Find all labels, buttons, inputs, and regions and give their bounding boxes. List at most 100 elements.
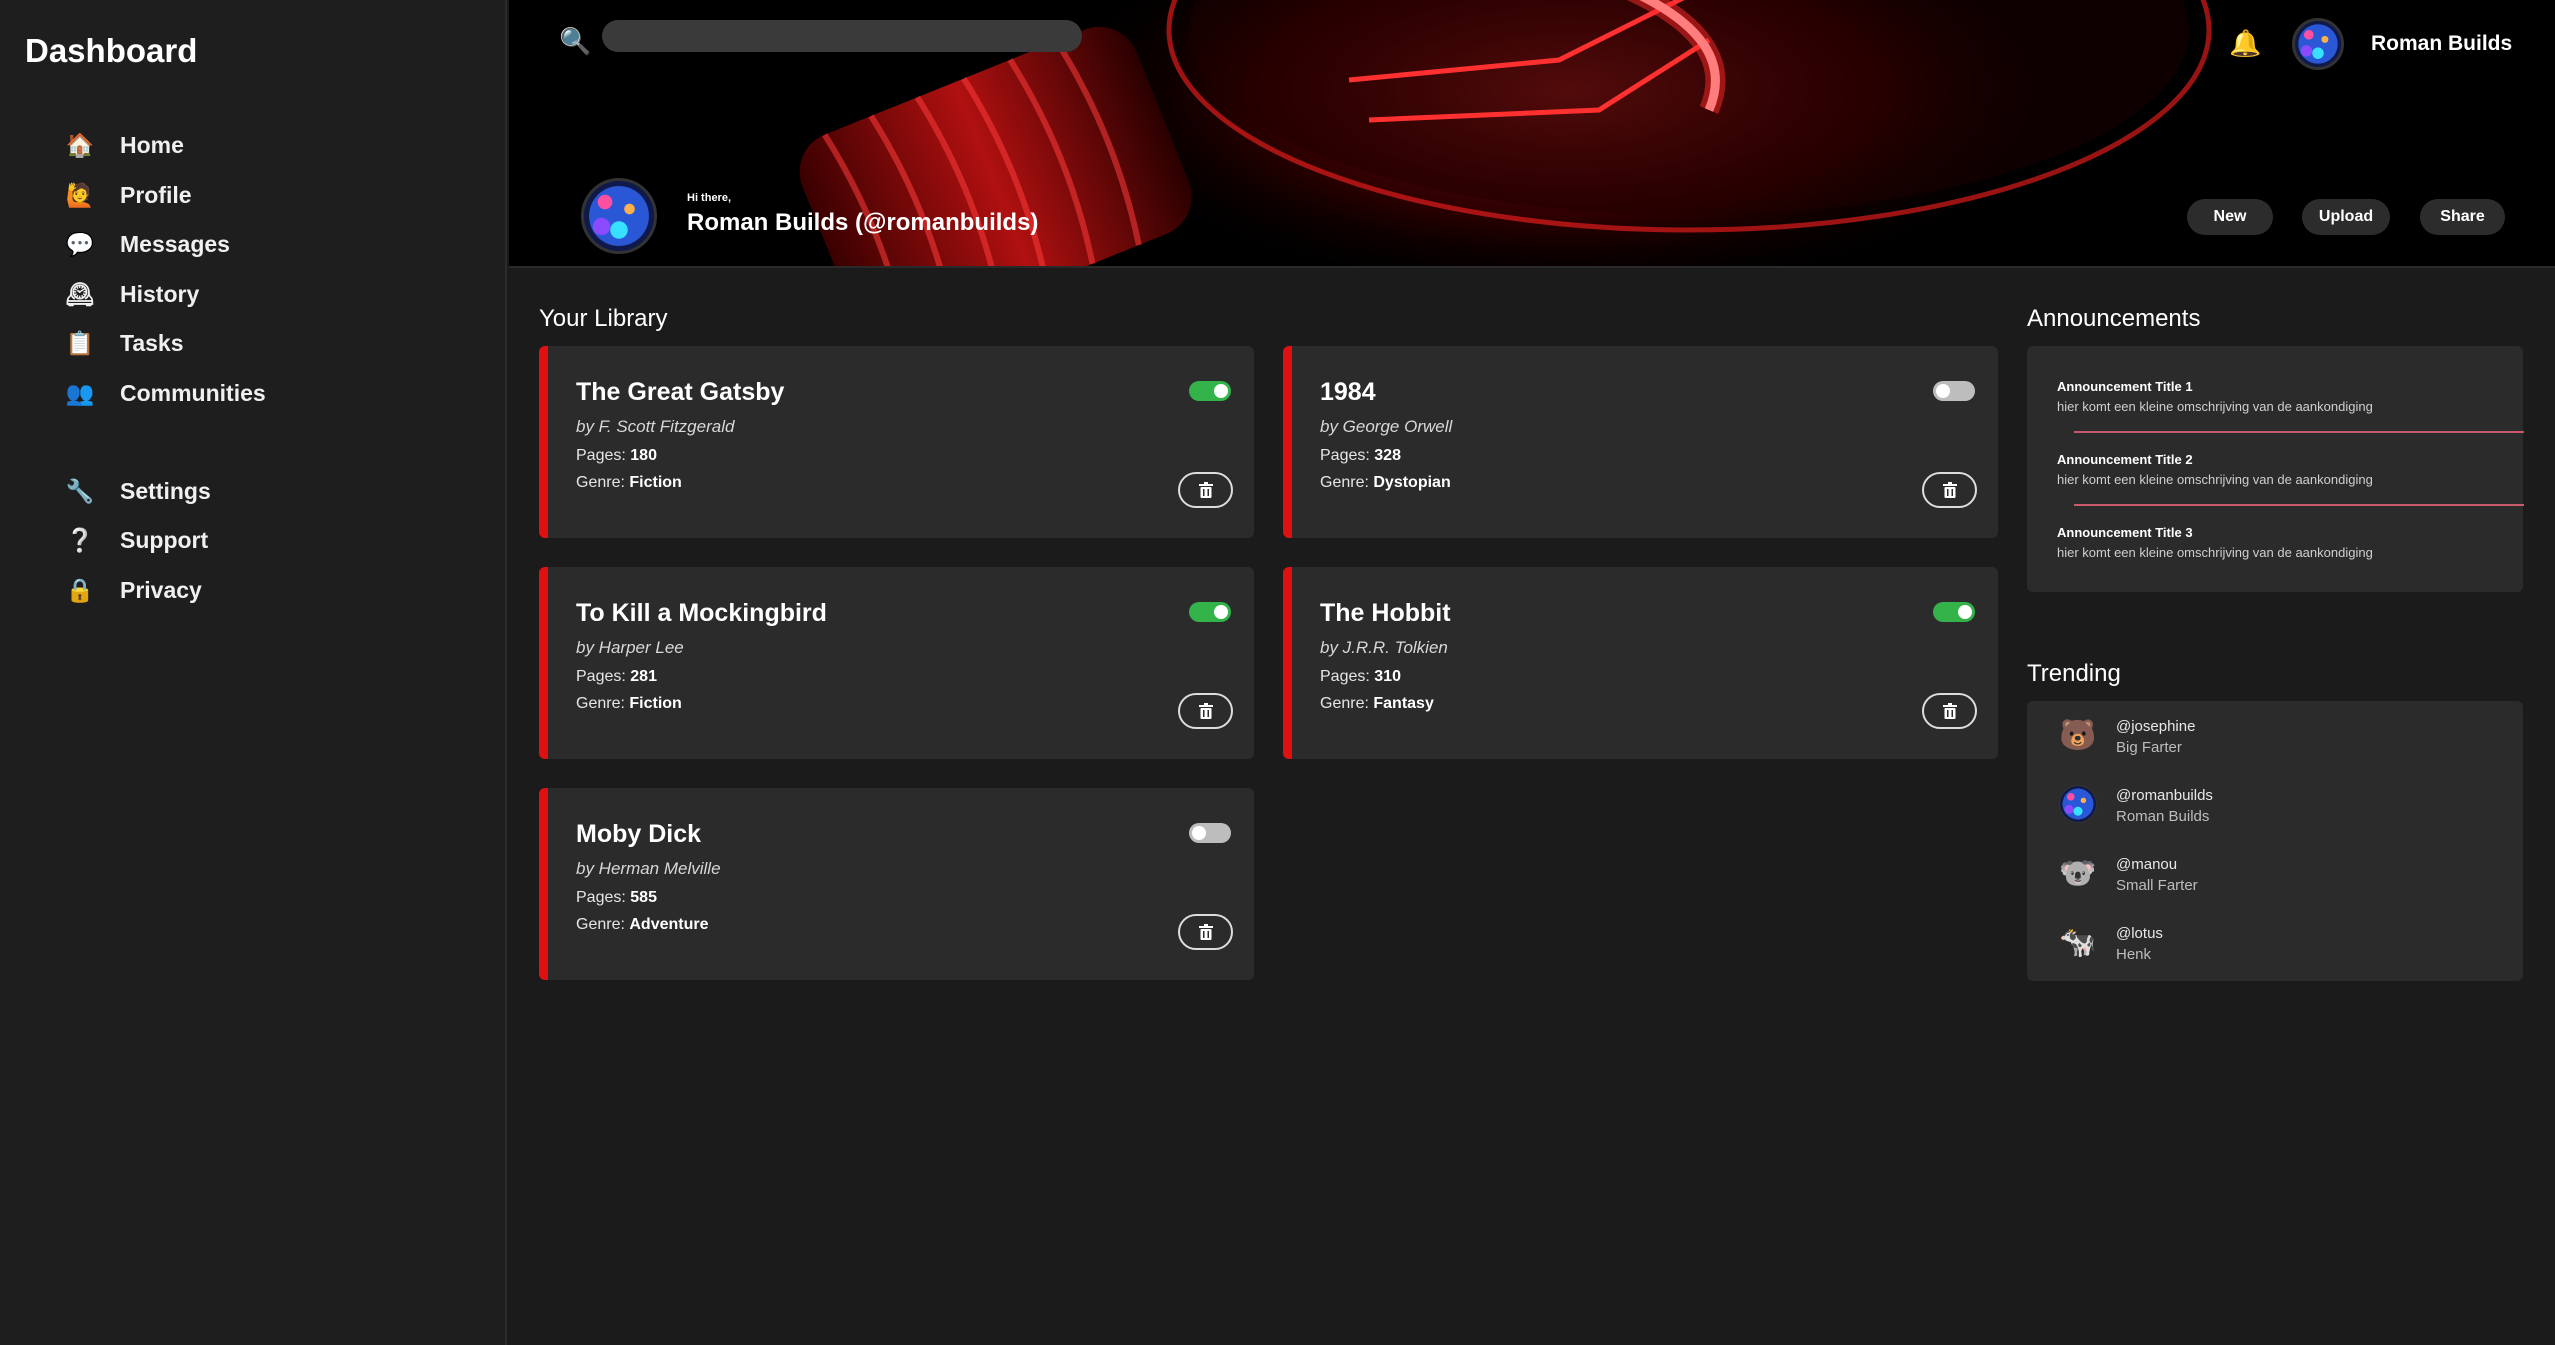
announcement-divider [2074, 431, 2524, 433]
book-card: Moby Dick by Herman Melville Pages: 585 … [539, 788, 1254, 980]
book-toggle[interactable] [1933, 381, 1975, 401]
sidebar-item-home[interactable]: 🏠 Home [60, 124, 184, 166]
book-title: 1984 [1320, 378, 1376, 406]
sidebar-item-messages[interactable]: 💬 Messages [60, 223, 230, 265]
header-username[interactable]: Roman Builds [2371, 32, 2512, 56]
lock-icon: 🔒 [65, 576, 95, 603]
sidebar-item-label: Settings [120, 477, 211, 504]
sidebar-item-profile[interactable]: 🙋 Profile [60, 174, 192, 216]
trending-handle[interactable]: @josephine [2116, 718, 2195, 735]
book-genre: Genre: Adventure [576, 916, 709, 933]
book-pages: Pages: 180 [576, 447, 657, 464]
trending-name: Small Farter [2116, 877, 2198, 894]
delete-button[interactable] [1178, 472, 1233, 508]
delete-button[interactable] [1178, 914, 1233, 950]
toggle-knob [1192, 826, 1206, 840]
bear-icon: 🐻 [2059, 719, 2097, 752]
share-button[interactable]: Share [2420, 199, 2505, 235]
announcements-panel: Announcement Title 1 hier komt een klein… [2027, 346, 2524, 592]
toggle-knob [1214, 384, 1228, 398]
book-title: Moby Dick [576, 820, 702, 848]
book-pages: Pages: 585 [576, 889, 657, 906]
sidebar-item-label: Support [120, 526, 209, 553]
sidebar-item-label: Messages [120, 230, 230, 257]
koala-icon: 🐨 [2059, 857, 2097, 890]
book-title: The Great Gatsby [576, 378, 785, 406]
sidebar-item-settings[interactable]: 🔧 Settings [60, 470, 211, 512]
book-author: by J.R.R. Tolkien [1320, 638, 1448, 657]
sidebar-item-history[interactable]: 🕰 History [60, 273, 199, 315]
sidebar: Dashboard 🏠 Home 🙋 Profile 💬 Messages 🕰 … [0, 0, 507, 1345]
announcement-title[interactable]: Announcement Title 2 [2057, 452, 2193, 467]
wrench-icon: 🔧 [65, 477, 95, 504]
library-title: Your Library [539, 305, 668, 332]
book-pages: Pages: 281 [576, 668, 657, 685]
trash-icon [1942, 703, 1957, 719]
trash-icon [1942, 482, 1957, 498]
book-toggle[interactable] [1189, 381, 1231, 401]
trending-name: Big Farter [2116, 739, 2182, 756]
trash-icon [1198, 703, 1213, 719]
profile-avatar [581, 178, 657, 254]
book-toggle[interactable] [1189, 823, 1231, 843]
greeting-text: Hi there, [687, 192, 732, 204]
clock-icon: 🕰 [65, 280, 95, 307]
search-icon: 🔍 [559, 26, 592, 56]
book-genre: Genre: Fiction [576, 695, 682, 712]
book-title: The Hobbit [1320, 599, 1451, 627]
announcement-title[interactable]: Announcement Title 1 [2057, 379, 2193, 394]
delete-button[interactable] [1922, 693, 1977, 729]
book-toggle[interactable] [1933, 602, 1975, 622]
trending-handle[interactable]: @romanbuilds [2116, 787, 2213, 804]
sidebar-item-support[interactable]: ❔ Support [60, 519, 208, 561]
announcements-title: Announcements [2027, 305, 2201, 332]
sidebar-item-label: Tasks [120, 329, 184, 356]
avatar[interactable] [2292, 18, 2344, 70]
book-card: 1984 by George Orwell Pages: 328 Genre: … [1283, 346, 1998, 538]
home-icon: 🏠 [65, 131, 95, 158]
new-button[interactable]: New [2187, 199, 2273, 235]
sidebar-title: Dashboard [25, 32, 198, 69]
person-raising-hand-icon: 🙋 [65, 181, 95, 208]
profile-header: 🔍 🔔 Roman Builds Hi there, Roman Builds … [509, 0, 2555, 268]
book-genre: Genre: Fantasy [1320, 695, 1434, 712]
sidebar-item-label: Communities [120, 379, 266, 406]
book-genre: Genre: Fiction [576, 474, 682, 491]
book-card: The Great Gatsby by F. Scott Fitzgerald … [539, 346, 1254, 538]
announcement-description: hier komt een kleine omschrijving van de… [2057, 472, 2373, 487]
sidebar-item-communities[interactable]: 👥 Communities [60, 372, 266, 414]
toggle-knob [1958, 605, 1972, 619]
trending-title: Trending [2027, 660, 2121, 687]
announcement-divider [2074, 504, 2524, 506]
bell-icon[interactable]: 🔔 [2229, 28, 2261, 59]
sidebar-item-label: Profile [120, 181, 192, 208]
book-card: The Hobbit by J.R.R. Tolkien Pages: 310 … [1283, 567, 1998, 759]
announcement-title[interactable]: Announcement Title 3 [2057, 525, 2193, 540]
sidebar-item-label: Privacy [120, 576, 202, 603]
book-pages: Pages: 310 [1320, 668, 1401, 685]
book-toggle[interactable] [1189, 602, 1231, 622]
trending-panel: 🐻 @josephine Big Farter @romanbuilds Rom… [2027, 701, 2523, 981]
delete-button[interactable] [1922, 472, 1977, 508]
trending-handle[interactable]: @lotus [2116, 925, 2163, 942]
book-card: To Kill a Mockingbird by Harper Lee Page… [539, 567, 1254, 759]
trending-name: Roman Builds [2116, 808, 2210, 825]
search-input[interactable] [602, 20, 1082, 52]
announcement-description: hier komt een kleine omschrijving van de… [2057, 399, 2373, 414]
avatar [2059, 785, 2097, 823]
sidebar-item-label: History [120, 280, 200, 307]
book-genre: Genre: Dystopian [1320, 474, 1451, 491]
sidebar-item-privacy[interactable]: 🔒 Privacy [60, 569, 202, 611]
book-title: To Kill a Mockingbird [576, 599, 827, 627]
delete-button[interactable] [1178, 693, 1233, 729]
trash-icon [1198, 924, 1213, 940]
toggle-knob [1936, 384, 1950, 398]
book-author: by Herman Melville [576, 859, 721, 878]
trending-handle[interactable]: @manou [2116, 856, 2177, 873]
clipboard-icon: 📋 [65, 329, 95, 356]
book-author: by F. Scott Fitzgerald [576, 417, 735, 436]
sidebar-item-label: Home [120, 131, 184, 158]
book-author: by Harper Lee [576, 638, 684, 657]
upload-button[interactable]: Upload [2302, 199, 2390, 235]
sidebar-item-tasks[interactable]: 📋 Tasks [60, 322, 184, 364]
